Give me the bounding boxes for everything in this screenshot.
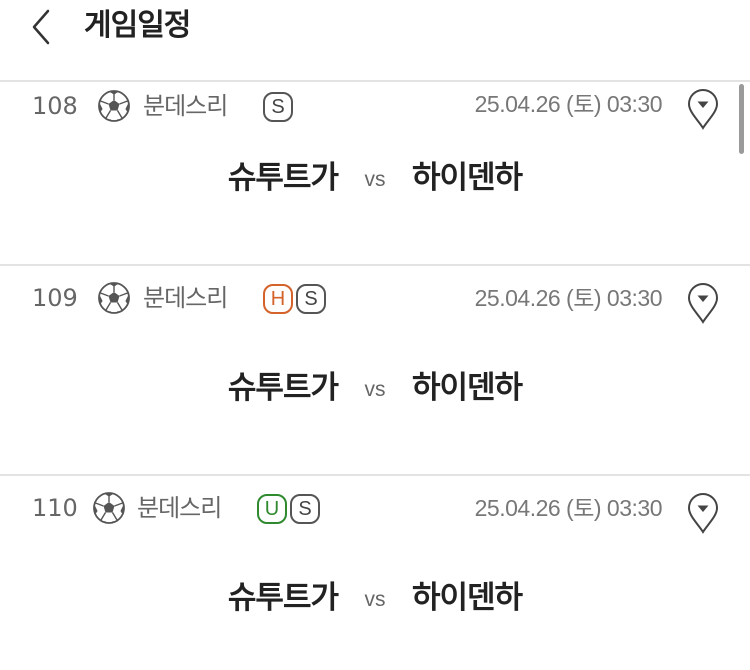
home-team: 슈투트가 xyxy=(227,160,339,196)
location-pin-icon[interactable] xyxy=(686,88,720,130)
game-datetime: 25.04.26 (토) 03:30 xyxy=(474,495,663,521)
away-team: 하이덴하 xyxy=(412,580,523,616)
scrollbar[interactable] xyxy=(739,84,744,154)
badge-s: S xyxy=(290,494,320,524)
chevron-left-icon xyxy=(32,9,50,45)
home-team: 슈투트가 xyxy=(227,370,339,406)
match-teams[interactable]: 슈투트가 vs 하이덴하 xyxy=(0,576,750,620)
league-name: 분데스리 xyxy=(137,494,222,522)
soccer-ball-icon xyxy=(98,282,130,314)
badge-u: U xyxy=(257,494,287,524)
game-number: 108 xyxy=(32,92,78,120)
badge-s: S xyxy=(296,284,326,314)
away-team: 하이덴하 xyxy=(412,370,523,406)
vs-label: vs xyxy=(364,588,386,611)
vs-label: vs xyxy=(364,168,386,191)
vs-label: vs xyxy=(364,378,386,401)
location-pin-icon[interactable] xyxy=(686,492,720,534)
game-number: 109 xyxy=(32,284,78,312)
league-name: 분데스리 xyxy=(143,284,228,312)
page-title: 게임일정 xyxy=(84,8,191,43)
location-pin-icon[interactable] xyxy=(686,282,720,324)
game-datetime: 25.04.26 (토) 03:30 xyxy=(474,285,663,311)
home-team: 슈투트가 xyxy=(227,580,339,616)
header: 게임일정 xyxy=(0,0,750,82)
game-item[interactable]: 110 분데스리 U S 25.04.26 (토) 03:30 슈투트가 vs … xyxy=(0,476,750,670)
away-team: 하이덴하 xyxy=(412,160,523,196)
game-list[interactable]: 108 분데스리 S 25.04.26 (토) 03:30 슈투트가 vs 하이… xyxy=(0,84,750,670)
game-item[interactable]: 108 분데스리 S 25.04.26 (토) 03:30 슈투트가 vs 하이… xyxy=(0,84,750,266)
soccer-ball-icon xyxy=(93,492,125,524)
badge-h: H xyxy=(263,284,293,314)
game-number: 110 xyxy=(32,494,78,522)
game-datetime: 25.04.26 (토) 03:30 xyxy=(474,91,663,117)
soccer-ball-icon xyxy=(98,90,130,122)
back-button[interactable] xyxy=(26,8,66,48)
badge-s: S xyxy=(263,92,293,122)
match-teams[interactable]: 슈투트가 vs 하이덴하 xyxy=(0,156,750,200)
league-name: 분데스리 xyxy=(143,92,228,120)
game-item[interactable]: 109 분데스리 H S 25.04.26 (토) 03:30 슈투트가 vs … xyxy=(0,266,750,476)
match-teams[interactable]: 슈투트가 vs 하이덴하 xyxy=(0,366,750,410)
